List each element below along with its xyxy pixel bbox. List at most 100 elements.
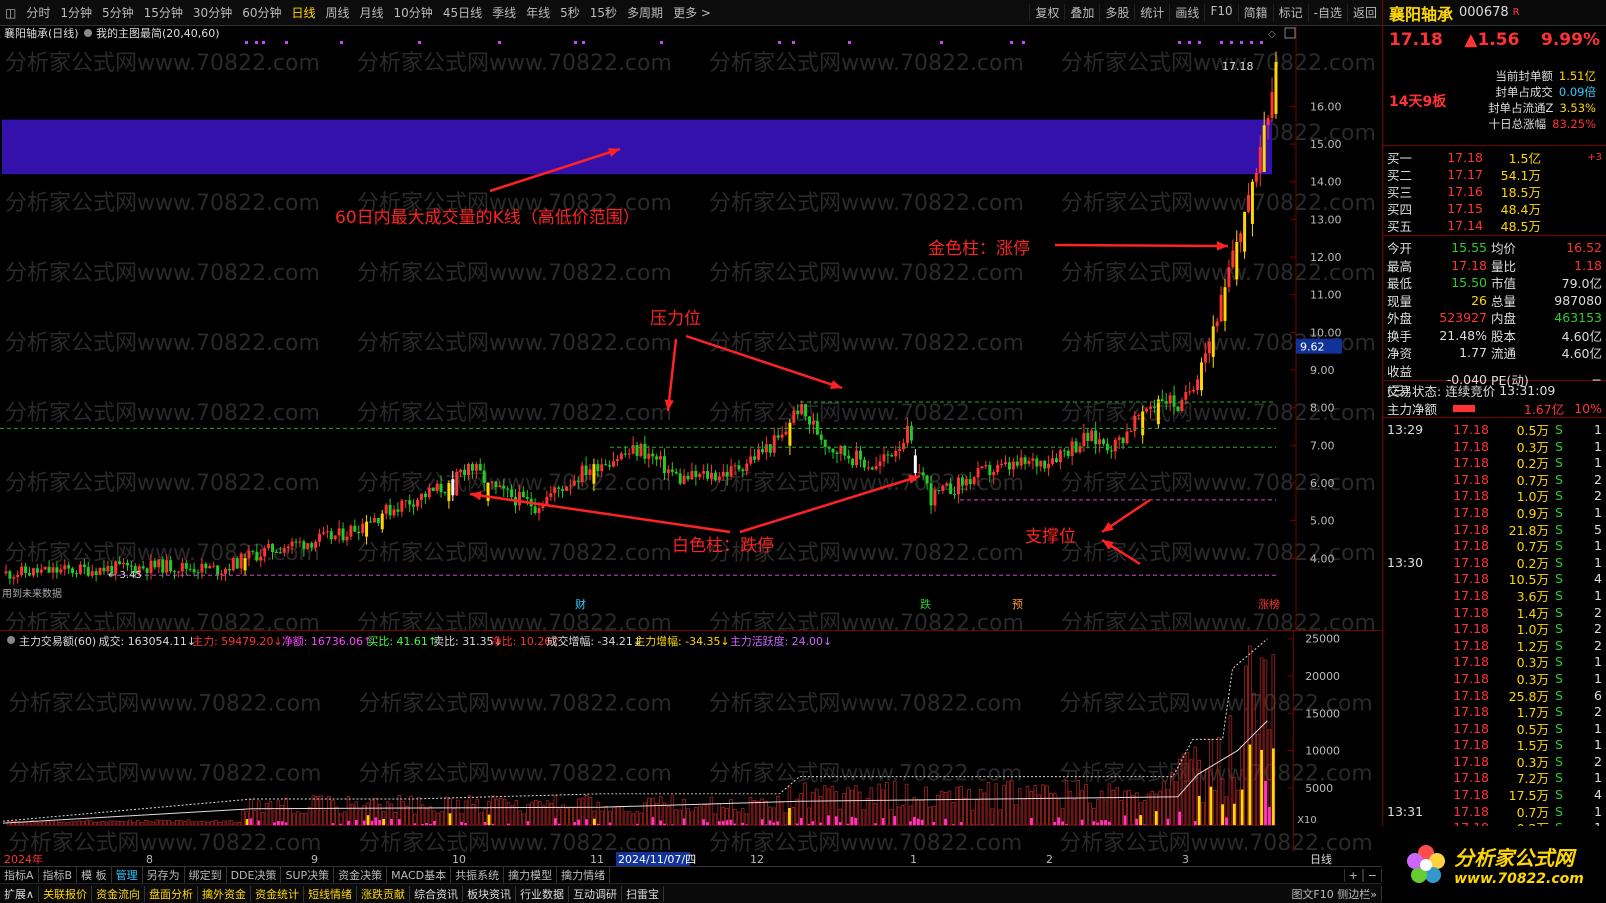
- candle-body[interactable]: [216, 565, 220, 575]
- candle-body[interactable]: [78, 564, 82, 574]
- candle-body[interactable]: [247, 550, 251, 559]
- candle-body[interactable]: [996, 464, 1000, 472]
- candle-body[interactable]: [502, 485, 506, 489]
- candle-body[interactable]: [937, 489, 941, 491]
- candle-body[interactable]: [588, 469, 592, 475]
- candle-body[interactable]: [67, 565, 71, 569]
- candle-body[interactable]: [584, 465, 588, 475]
- candle-body[interactable]: [557, 487, 561, 489]
- candle-body[interactable]: [1129, 431, 1133, 433]
- candle-body[interactable]: [972, 477, 976, 485]
- period-tab[interactable]: 15分钟: [139, 4, 188, 21]
- candle-body[interactable]: [1211, 326, 1215, 357]
- tool-button[interactable]: 返回: [1346, 4, 1382, 21]
- period-tab[interactable]: 5分钟: [97, 4, 139, 21]
- indicator-tab[interactable]: 擒力情绪: [557, 867, 611, 883]
- candle-body[interactable]: [310, 543, 314, 548]
- candle-body[interactable]: [243, 558, 247, 571]
- candle-body[interactable]: [1176, 406, 1180, 411]
- candle-body[interactable]: [396, 509, 400, 512]
- candle-body[interactable]: [419, 493, 423, 500]
- candle-body[interactable]: [960, 477, 964, 486]
- period-tab[interactable]: 10分钟: [389, 4, 438, 21]
- candle-body[interactable]: [729, 466, 733, 477]
- candle-body[interactable]: [968, 479, 972, 485]
- candle-body[interactable]: [706, 471, 710, 479]
- candle-body[interactable]: [792, 410, 796, 423]
- candle-body[interactable]: [227, 568, 231, 571]
- candle-body[interactable]: [204, 563, 208, 569]
- candle-body[interactable]: [768, 444, 772, 453]
- tool-button[interactable]: -自选: [1307, 4, 1347, 21]
- candle-body[interactable]: [819, 434, 823, 440]
- candle-body[interactable]: [1239, 233, 1243, 242]
- candle-body[interactable]: [670, 469, 674, 472]
- candle-body[interactable]: [357, 531, 361, 534]
- period-tab[interactable]: 年线: [521, 4, 555, 21]
- candle-body[interactable]: [576, 480, 580, 482]
- maximize-icon[interactable]: [1284, 27, 1296, 39]
- candle-body[interactable]: [1070, 441, 1074, 457]
- period-tab[interactable]: 更多 >: [668, 4, 716, 21]
- tool-button[interactable]: 复权: [1029, 4, 1064, 21]
- candle-body[interactable]: [188, 568, 192, 570]
- candle-body[interactable]: [1102, 439, 1105, 444]
- candle-body[interactable]: [1082, 432, 1086, 447]
- candle-body[interactable]: [427, 487, 431, 498]
- candle-body[interactable]: [643, 444, 647, 459]
- candle-body[interactable]: [980, 466, 984, 469]
- candle-body[interactable]: [274, 551, 278, 553]
- candle-body[interactable]: [1243, 211, 1247, 252]
- candle-body[interactable]: [753, 456, 757, 460]
- period-tab[interactable]: 分时: [21, 4, 55, 21]
- candle-body[interactable]: [306, 543, 310, 549]
- candle-body[interactable]: [631, 445, 635, 454]
- candle-body[interactable]: [388, 504, 392, 516]
- indicator-tab[interactable]: 资金决策: [334, 867, 388, 883]
- candle-body[interactable]: [992, 471, 996, 476]
- tab-action-button[interactable]: −: [1362, 868, 1382, 882]
- candle-body[interactable]: [153, 560, 157, 568]
- candle-body[interactable]: [635, 445, 639, 456]
- period-tab[interactable]: 多周期: [622, 4, 668, 21]
- period-tab[interactable]: 60分钟: [237, 4, 286, 21]
- indicator-tab[interactable]: DDE决策: [227, 867, 282, 883]
- candle-body[interactable]: [400, 500, 404, 512]
- candle-body[interactable]: [94, 571, 98, 576]
- candle-body[interactable]: [345, 536, 349, 541]
- candle-body[interactable]: [278, 552, 282, 554]
- candle-body[interactable]: [1266, 117, 1270, 126]
- tool-button[interactable]: F10: [1204, 4, 1237, 21]
- candle-body[interactable]: [318, 533, 322, 542]
- candle-body[interactable]: [443, 492, 447, 494]
- indicator-tab[interactable]: 指标B: [39, 867, 78, 883]
- candle-body[interactable]: [678, 473, 682, 484]
- bid-row[interactable]: 买一 17.18 1.5亿 +3: [1383, 148, 1606, 166]
- candle-body[interactable]: [933, 489, 937, 506]
- candle-body[interactable]: [1156, 399, 1160, 425]
- candle-body[interactable]: [604, 464, 608, 466]
- candle-body[interactable]: [533, 506, 537, 514]
- candle-body[interactable]: [1125, 431, 1129, 444]
- candle-body[interactable]: [157, 559, 161, 568]
- candle-body[interactable]: [490, 481, 494, 483]
- candle-body[interactable]: [639, 444, 643, 456]
- candle-body[interactable]: [43, 566, 47, 570]
- candle-body[interactable]: [545, 496, 549, 505]
- indicator-tab[interactable]: 擒力模型: [504, 867, 558, 883]
- candle-body[interactable]: [925, 475, 929, 484]
- candle-body[interactable]: [815, 420, 819, 435]
- candle-body[interactable]: [1023, 457, 1027, 464]
- candle-body[interactable]: [988, 465, 992, 476]
- candle-body[interactable]: [298, 541, 302, 543]
- candle-body[interactable]: [1004, 462, 1007, 465]
- tool-button[interactable]: 标记: [1272, 4, 1308, 21]
- candle-body[interactable]: [647, 453, 651, 459]
- candle-body[interactable]: [59, 569, 63, 573]
- period-tab[interactable]: 1分钟: [55, 4, 97, 21]
- candle-body[interactable]: [1145, 408, 1149, 412]
- diamond-icon[interactable]: ◇: [1268, 29, 1276, 40]
- candle-body[interactable]: [71, 568, 75, 574]
- candle-body[interactable]: [1199, 362, 1203, 391]
- candle-body[interactable]: [1054, 458, 1058, 463]
